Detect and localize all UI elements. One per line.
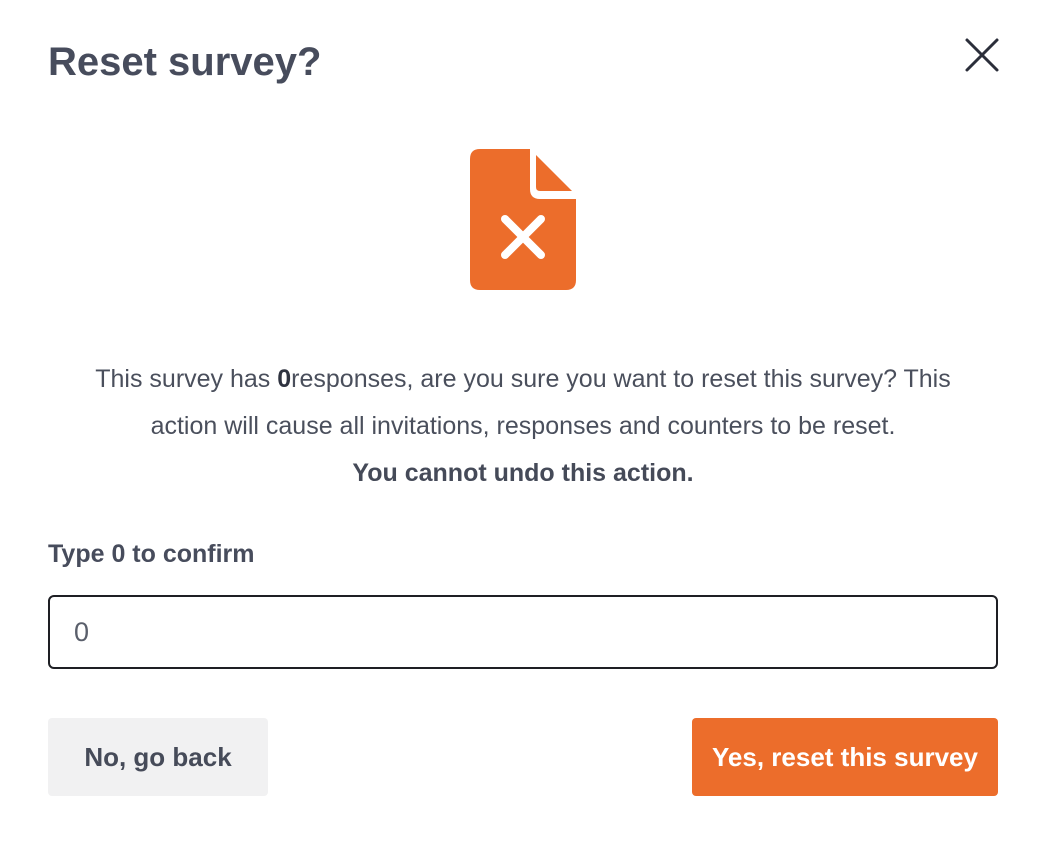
close-button[interactable]: [958, 33, 1006, 77]
response-count: 0: [277, 365, 292, 393]
message-line-2: action will cause all invitations, respo…: [150, 412, 896, 440]
close-icon: [965, 38, 999, 72]
message-line-1: This survey has 0responses, are you sure…: [95, 365, 951, 393]
file-cross-icon: [470, 149, 576, 290]
confirm-label: Type 0 to confirm: [48, 540, 255, 568]
reset-survey-button[interactable]: Yes, reset this survey: [692, 718, 998, 796]
undo-warning: You cannot undo this action.: [352, 459, 694, 487]
reset-survey-dialog: Reset survey? This survey has 0responses…: [0, 0, 1038, 842]
dialog-title: Reset survey?: [48, 40, 322, 84]
go-back-button[interactable]: No, go back: [48, 718, 268, 796]
reset-message: This survey has 0responses, are you sure…: [48, 356, 998, 497]
confirm-input[interactable]: [48, 595, 998, 669]
